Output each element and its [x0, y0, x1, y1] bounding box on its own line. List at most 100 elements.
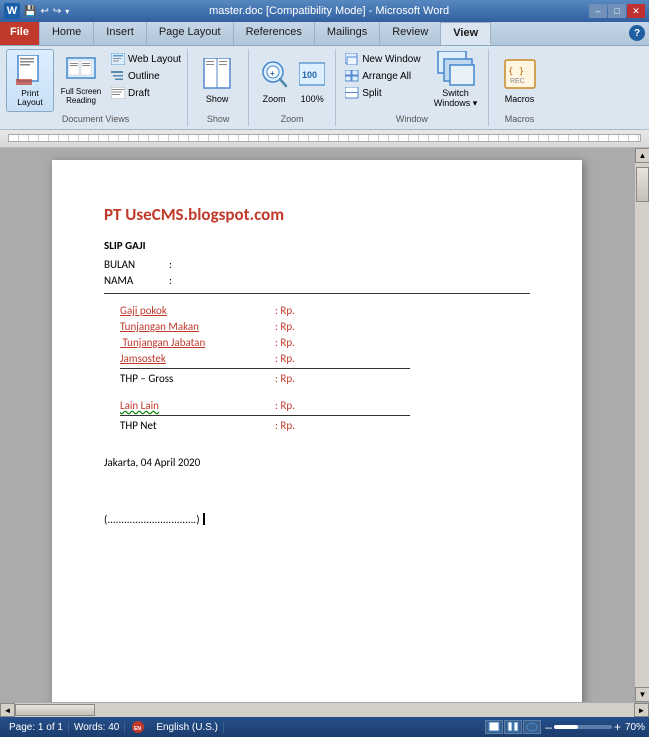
zoom-group-label: Zoom: [249, 114, 335, 124]
zoom-plus-btn[interactable]: +: [614, 721, 621, 733]
close-button[interactable]: ✕: [627, 4, 645, 18]
tab-review[interactable]: Review: [380, 22, 441, 45]
salary-row-jamsostek: Jamsostek : Rp.: [120, 352, 530, 365]
full-screen-reading-button[interactable]: Full ScreenReading: [57, 49, 105, 112]
nama-label: NAMA: [104, 274, 169, 287]
arrange-all-button[interactable]: Arrange All: [342, 68, 422, 84]
slip-gaji-label: SLIP GAJI: [104, 239, 530, 252]
svg-text:{ }: { }: [508, 67, 524, 77]
redo-quick-btn[interactable]: ↪: [53, 6, 61, 17]
thp-gross-label: THP – Gross: [120, 372, 275, 385]
gaji-pokok-label: Gaji pokok: [120, 304, 275, 317]
print-layout-button[interactable]: PrintLayout: [6, 49, 54, 112]
page-info[interactable]: Page: 1 of 1: [4, 722, 69, 733]
vertical-scrollbar[interactable]: ▲ ▼: [634, 148, 649, 702]
scroll-down-btn[interactable]: ▼: [635, 687, 649, 702]
svg-text:+: +: [270, 69, 275, 78]
date-section: Jakarta, 04 April 2020: [104, 456, 530, 469]
scroll-track[interactable]: [635, 163, 649, 687]
lain-lain-value: : Rp.: [275, 399, 295, 412]
scroll-left-btn[interactable]: ◄: [0, 703, 15, 717]
salary-row-gaji: Gaji pokok : Rp.: [120, 304, 530, 317]
status-bar: Page: 1 of 1 Words: 40 EN English (U.S.)…: [0, 717, 649, 737]
web-layout-label: Web Layout: [128, 54, 181, 65]
tunjangan-jabatan-value: : Rp.: [275, 336, 295, 349]
macros-button[interactable]: { } REC Macros: [495, 56, 545, 104]
thp-net-value: : Rp.: [275, 419, 295, 432]
window-title: master.doc [Compatibility Mode] - Micros…: [69, 5, 589, 17]
zoom-button[interactable]: + Zoom: [255, 56, 293, 104]
zoom-100-button[interactable]: 100 100%: [297, 56, 327, 104]
save-quick-btn[interactable]: 💾: [24, 6, 36, 17]
new-window-label: New Window: [362, 54, 420, 65]
date-text: Jakarta, 04 April 2020: [104, 456, 200, 469]
cursor-marker: [201, 513, 206, 525]
tab-file[interactable]: File: [0, 22, 40, 45]
salary-row-thp-net: THP Net : Rp.: [120, 419, 530, 432]
scroll-right-btn[interactable]: ►: [634, 703, 649, 717]
help-button[interactable]: ?: [629, 25, 645, 41]
lain-lain-label: Lain Lain: [120, 399, 275, 412]
split-icon: [344, 86, 360, 100]
full-page-status-btn[interactable]: [504, 720, 522, 734]
bulan-label: BULAN: [104, 258, 169, 271]
tunjangan-makan-value: : Rp.: [275, 320, 295, 333]
maximize-button[interactable]: □: [608, 4, 626, 18]
signature-line: (................................): [104, 513, 200, 526]
tunjangan-jabatan-label: Tunjangan Jabatan: [120, 336, 275, 349]
zoom-percent[interactable]: 70%: [625, 722, 645, 733]
title-bar: W 💾 ↩ ↪ ▾ master.doc [Compatibility Mode…: [0, 0, 649, 22]
draft-label: Draft: [128, 88, 150, 99]
show-button[interactable]: Show: [194, 54, 240, 106]
tab-home[interactable]: Home: [40, 22, 94, 45]
salary-section-1: Gaji pokok : Rp. Tunjangan Makan : Rp. T…: [120, 304, 530, 385]
new-window-icon: [344, 52, 360, 66]
minimize-button[interactable]: –: [589, 4, 607, 18]
svg-text:EN: EN: [134, 726, 141, 732]
language-icon[interactable]: EN: [128, 720, 148, 734]
salary-row-jabatan: Tunjangan Jabatan : Rp.: [120, 336, 530, 349]
horizontal-scrollbar[interactable]: ◄ ►: [0, 702, 649, 717]
word-count[interactable]: Words: 40: [69, 722, 125, 733]
outline-button[interactable]: Outline: [108, 68, 183, 84]
macros-group-label: Macros: [489, 114, 551, 124]
scroll-thumb[interactable]: [636, 167, 649, 202]
salary-section-2: Lain Lain : Rp. THP Net : Rp.: [120, 399, 530, 432]
divider-top: [104, 293, 530, 294]
tab-insert[interactable]: Insert: [94, 22, 147, 45]
switch-windows-label: SwitchWindows ▾: [434, 89, 478, 109]
print-layout-status-btn[interactable]: [485, 720, 503, 734]
draft-button[interactable]: Draft: [108, 85, 183, 101]
svg-text:REC: REC: [510, 78, 525, 85]
show-label: Show: [206, 94, 229, 104]
h-scroll-thumb[interactable]: [15, 704, 95, 716]
salary-row-thp-gross: THP – Gross : Rp.: [120, 372, 530, 385]
undo-quick-btn[interactable]: ↩: [40, 6, 48, 17]
h-scroll-track[interactable]: [15, 704, 634, 716]
zoom-slider-track[interactable]: [554, 725, 612, 729]
signature-section: (................................): [104, 513, 530, 526]
zoom-slider-fill: [554, 725, 578, 729]
tab-view[interactable]: View: [441, 22, 491, 45]
salary-row-makan: Tunjangan Makan : Rp.: [120, 320, 530, 333]
web-layout-button[interactable]: Web Layout: [108, 51, 183, 67]
tab-references[interactable]: References: [234, 22, 315, 45]
thp-gross-value: : Rp.: [275, 372, 295, 385]
web-view-status-btn[interactable]: [523, 720, 541, 734]
switch-windows-button[interactable]: SwitchWindows ▾: [430, 49, 482, 112]
zoom-minus-btn[interactable]: –: [545, 721, 552, 733]
scroll-up-btn[interactable]: ▲: [635, 148, 649, 163]
tab-mailings[interactable]: Mailings: [315, 22, 380, 45]
print-layout-label: PrintLayout: [17, 89, 43, 108]
document-page: PT UseCMS.blogspot.com SLIP GAJI BULAN :…: [52, 160, 582, 702]
document-title: PT UseCMS.blogspot.com: [104, 204, 530, 225]
split-button[interactable]: Split: [342, 85, 422, 101]
show-group-label: Show: [188, 114, 248, 124]
language[interactable]: English (U.S.): [151, 722, 224, 733]
outline-label: Outline: [128, 71, 160, 82]
new-window-button[interactable]: New Window: [342, 51, 422, 67]
nama-colon: :: [169, 274, 181, 287]
svg-text:100: 100: [302, 70, 317, 80]
macros-label: Macros: [505, 94, 535, 104]
tab-page-layout[interactable]: Page Layout: [147, 22, 234, 45]
